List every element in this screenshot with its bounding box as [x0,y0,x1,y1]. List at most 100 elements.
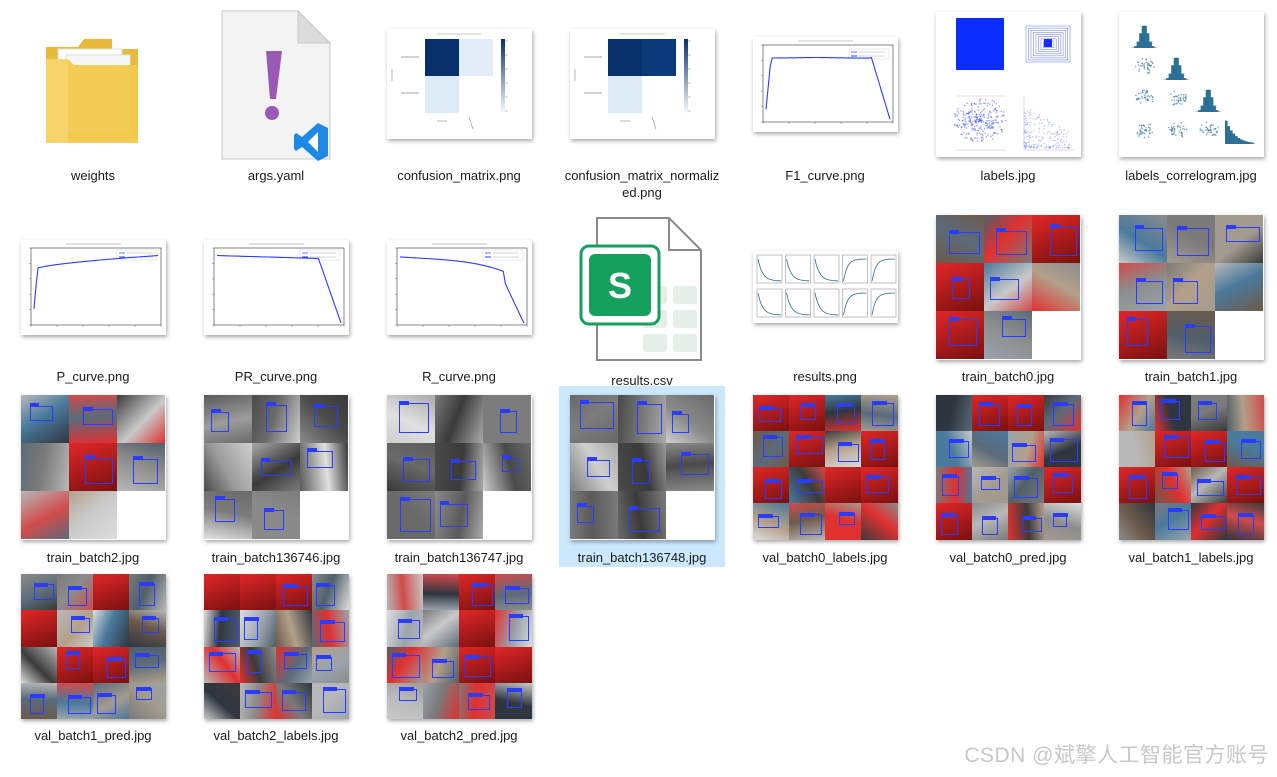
bounding-box [837,404,856,424]
bounding-box [208,653,237,672]
collage-image [20,394,69,443]
bounding-box-label [1162,471,1177,476]
file-item[interactable]: P_curve.png [10,207,176,386]
file-name: results.png [793,369,857,384]
bounding-box [1161,400,1181,421]
file-item[interactable]: val_batch2_labels.jpg [193,567,359,743]
bounding-box [266,404,288,433]
file-item[interactable]: PR_curve.png [193,207,359,386]
file-item[interactable]: val_batch2_pred.jpg [376,567,542,743]
bounding-box [1185,326,1212,353]
bounding-box-label [244,617,259,621]
bounding-box [1196,481,1224,497]
file-item[interactable]: val_batch0_labels.jpg [742,386,908,567]
file-item[interactable]: val_batch1_labels.jpg [1108,386,1274,567]
file-thumbnail [193,574,359,719]
bounding-box [628,508,661,532]
bounding-box-label [400,496,410,501]
bounding-box-label [85,455,95,460]
labels-correlogram-thumbnail [1118,11,1264,157]
bounding-box [472,585,493,606]
bounding-box [949,319,977,347]
file-name: weights [70,168,116,183]
bounding-box-label [508,614,524,619]
bounding-box [397,620,421,639]
collage-image [129,610,166,647]
collage-image [1032,311,1081,360]
collage-image [1166,311,1216,360]
confusion-matrix-thumbnail [386,29,532,139]
bounding-box-label [996,228,1007,233]
bounding-box [1053,403,1075,427]
bounding-box-label [1135,278,1146,283]
curve-plot [760,40,893,124]
collage-image [56,646,93,683]
bounding-box [978,403,1001,427]
bounding-box [1129,477,1148,499]
collage-image [788,467,825,504]
file-item[interactable]: Sresults.csv [559,207,725,388]
collage-image [1118,467,1155,504]
bounding-box-label [942,474,957,479]
bounding-box [587,459,610,477]
bounding-box-label [29,403,40,408]
file-item[interactable]: confusion_matrix_normalized.png [559,2,725,207]
collage-image [56,682,93,719]
bounding-box [141,617,160,634]
bounding-box [83,409,114,425]
bounding-box-label [284,652,299,657]
bounding-box-label [1167,508,1183,513]
file-item[interactable]: F1_curve.png [742,2,908,207]
file-item[interactable]: results.png [742,207,908,386]
file-item[interactable]: labels_correlogram.jpg [1108,2,1274,207]
bounding-box [505,588,530,604]
file-item[interactable]: weights [10,2,176,207]
file-item[interactable]: val_batch0_pred.jpg [925,386,1091,567]
bounding-box-label [1238,512,1253,517]
file-item[interactable]: val_batch1_pred.jpg [10,567,176,743]
collage-image [300,491,349,540]
file-item[interactable]: labels.jpg [925,2,1091,207]
bounding-box-label [1001,316,1012,321]
collage-image [569,394,618,443]
bounding-box-label [70,615,86,620]
collage-image [1118,394,1155,431]
bounding-box-label [981,476,996,481]
bounding-box [97,694,117,715]
file-item[interactable]: train_batch136748.jpg [559,386,725,567]
bounding-box-label [952,277,962,282]
r-curve-thumbnail [386,239,532,335]
collage-image [312,574,349,611]
file-item[interactable]: train_batch0.jpg [925,207,1091,386]
collage-image [459,682,496,719]
file-item[interactable]: args.yaml [193,2,359,207]
bounding-box-label [281,689,297,694]
bounding-box-label [499,408,510,413]
file-item[interactable]: train_batch1.jpg [1108,207,1274,386]
collage-image [239,646,276,683]
file-name: val_batch0_labels.jpg [762,550,888,565]
collage-image [861,503,898,540]
file-item[interactable]: confusion_matrix.png [376,2,542,207]
bounding-box-label [472,583,487,588]
bounding-box-label [439,501,450,506]
collage-image [251,442,301,492]
collage-image [495,574,532,611]
file-item[interactable]: train_batch136747.jpg [376,386,542,567]
collage-image [1118,311,1167,360]
file-item[interactable]: R_curve.png [376,207,542,386]
bounding-box-label [796,434,811,439]
bounding-box-label [579,400,590,405]
bounding-box [65,652,80,669]
bounding-box [306,450,334,469]
bounding-box [996,230,1028,256]
file-item[interactable]: train_batch136746.jpg [193,386,359,567]
collage-image [93,610,130,647]
bounding-box-label [990,277,1001,281]
file-item[interactable]: train_batch2.jpg [10,386,176,567]
bounding-box-label [872,401,887,406]
bounding-box [1204,441,1225,463]
collage-image [300,442,349,492]
bounding-box-label [762,435,778,440]
collage-image [434,442,484,492]
